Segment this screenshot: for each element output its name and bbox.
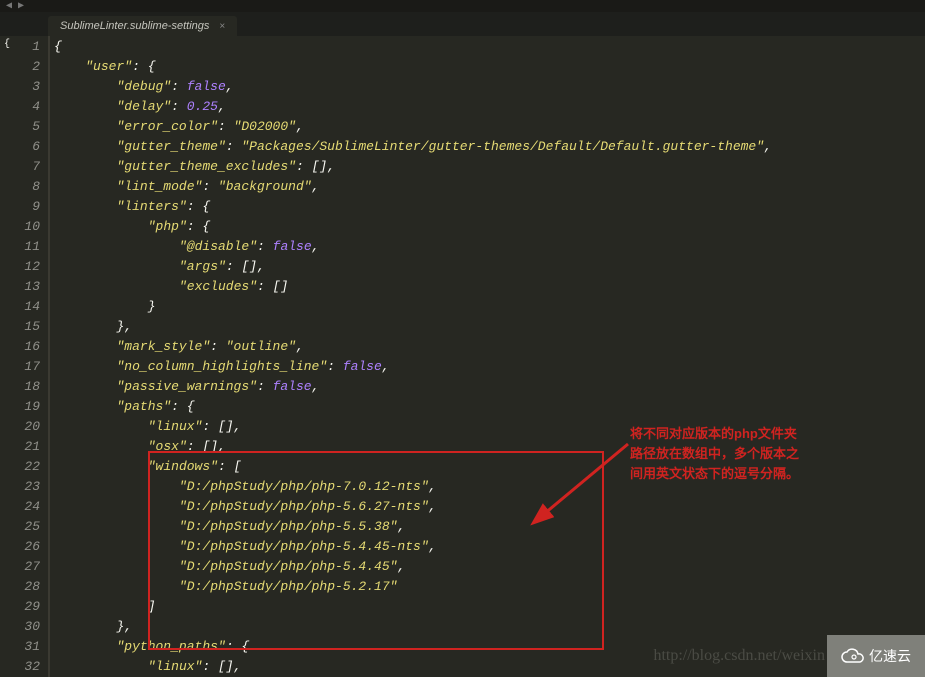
code-line[interactable]: "debug": false, (54, 77, 925, 97)
line-number: 4 (14, 97, 40, 117)
file-tab[interactable]: SublimeLinter.sublime-settings × (48, 16, 237, 36)
line-number: 29 (14, 597, 40, 617)
close-icon[interactable]: × (219, 21, 225, 32)
line-number: 23 (14, 477, 40, 497)
line-number: 14 (14, 297, 40, 317)
code-line[interactable]: "D:/phpStudy/php/php-5.6.27-nts", (54, 497, 925, 517)
code-line[interactable]: "gutter_theme": "Packages/SublimeLinter/… (54, 137, 925, 157)
line-number: 24 (14, 497, 40, 517)
line-number: 3 (14, 77, 40, 97)
code-line[interactable]: "D:/phpStudy/php/php-5.5.38", (54, 517, 925, 537)
line-number: 10 (14, 217, 40, 237)
logo-badge: 亿速云 (827, 635, 925, 677)
line-number: 28 (14, 577, 40, 597)
fold-marker[interactable]: { (0, 36, 14, 677)
line-number: 16 (14, 337, 40, 357)
line-number: 31 (14, 637, 40, 657)
line-number: 13 (14, 277, 40, 297)
code-line[interactable]: "gutter_theme_excludes": [], (54, 157, 925, 177)
line-number: 1 (14, 37, 40, 57)
code-line[interactable]: "php": { (54, 217, 925, 237)
line-number: 11 (14, 237, 40, 257)
line-number: 20 (14, 417, 40, 437)
line-number: 8 (14, 177, 40, 197)
callout-line: 将不同对应版本的php文件夹 (630, 424, 799, 444)
line-number: 19 (14, 397, 40, 417)
code-line[interactable]: "passive_warnings": false, (54, 377, 925, 397)
callout-line: 路径放在数组中，多个版本之 (630, 444, 799, 464)
code-line[interactable]: "error_color": "D02000", (54, 117, 925, 137)
code-line[interactable]: ] (54, 597, 925, 617)
code-line[interactable]: "mark_style": "outline", (54, 337, 925, 357)
code-content[interactable]: { "user": { "debug": false, "delay": 0.2… (50, 36, 925, 677)
line-number: 2 (14, 57, 40, 77)
code-line[interactable]: "@disable": false, (54, 237, 925, 257)
code-line[interactable]: "linters": { (54, 197, 925, 217)
line-number: 22 (14, 457, 40, 477)
code-line[interactable]: { (54, 37, 925, 57)
line-number: 12 (14, 257, 40, 277)
line-number: 27 (14, 557, 40, 577)
line-number: 6 (14, 137, 40, 157)
line-number: 17 (14, 357, 40, 377)
code-line[interactable]: "delay": 0.25, (54, 97, 925, 117)
code-line[interactable]: "lint_mode": "background", (54, 177, 925, 197)
watermark-text: http://blog.csdn.net/weixin (653, 647, 825, 665)
code-line[interactable]: "user": { (54, 57, 925, 77)
tab-title: SublimeLinter.sublime-settings (60, 20, 209, 32)
line-number: 30 (14, 617, 40, 637)
callout-line: 间用英文状态下的逗号分隔。 (630, 464, 799, 484)
code-line[interactable]: "excludes": [] (54, 277, 925, 297)
code-line[interactable]: "paths": { (54, 397, 925, 417)
code-line[interactable]: } (54, 297, 925, 317)
line-number: 18 (14, 377, 40, 397)
code-line[interactable]: }, (54, 317, 925, 337)
window-titlebar: ◀ ▶ (0, 0, 925, 12)
code-line[interactable]: }, (54, 617, 925, 637)
code-line[interactable]: "no_column_highlights_line": false, (54, 357, 925, 377)
code-line[interactable]: "D:/phpStudy/php/php-5.2.17" (54, 577, 925, 597)
line-number: 26 (14, 537, 40, 557)
editor-area: { 12345678910111213141516171819202122232… (0, 36, 925, 677)
code-line[interactable]: "args": [], (54, 257, 925, 277)
line-number: 5 (14, 117, 40, 137)
logo-text: 亿速云 (869, 646, 911, 666)
line-gutter: 1234567891011121314151617181920212223242… (14, 36, 48, 677)
code-line[interactable]: "D:/phpStudy/php/php-5.4.45-nts", (54, 537, 925, 557)
line-number: 25 (14, 517, 40, 537)
line-number: 9 (14, 197, 40, 217)
nav-arrows[interactable]: ◀ ▶ (6, 0, 24, 12)
cloud-icon (841, 648, 865, 664)
code-line[interactable]: "D:/phpStudy/php/php-5.4.45", (54, 557, 925, 577)
line-number: 32 (14, 657, 40, 677)
line-number: 15 (14, 317, 40, 337)
line-number: 7 (14, 157, 40, 177)
tab-bar: SublimeLinter.sublime-settings × (0, 12, 925, 36)
callout-text: 将不同对应版本的php文件夹 路径放在数组中，多个版本之 间用英文状态下的逗号分… (630, 424, 799, 484)
line-number: 21 (14, 437, 40, 457)
